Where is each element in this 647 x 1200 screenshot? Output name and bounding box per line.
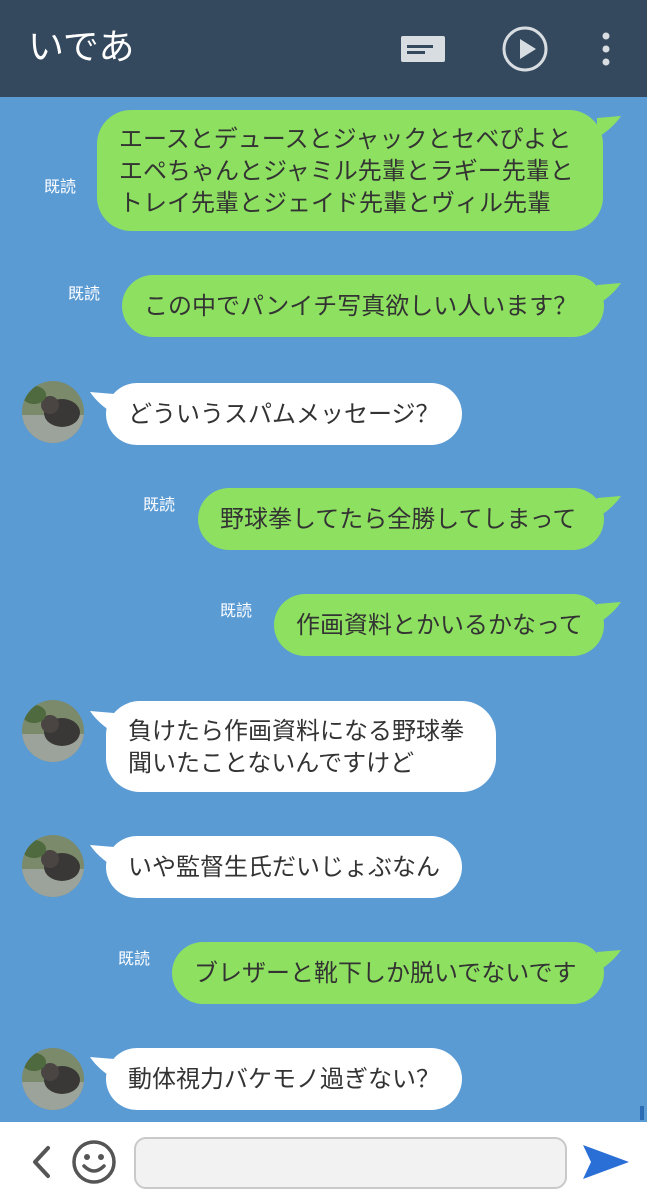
message-footer xyxy=(0,1122,647,1200)
send-icon[interactable] xyxy=(580,1140,632,1184)
chat-title: いであ xyxy=(28,27,135,68)
avatar[interactable] xyxy=(22,835,84,897)
message-text: 聞いたことないんですけど xyxy=(128,748,415,777)
incoming-message[interactable]: どういうスパムメッセージ？ xyxy=(106,383,462,445)
incoming-message[interactable]: いや監督生氏だいじょぶなん xyxy=(106,836,462,898)
avatar[interactable] xyxy=(22,381,84,443)
read-receipt: 既読 xyxy=(220,601,253,620)
incoming-message[interactable]: 負けたら作画資料になる野球拳 聞いたことないんですけど xyxy=(106,701,496,792)
bubble-tail xyxy=(597,283,621,305)
outgoing-message[interactable]: 作画資料とかいるかなって xyxy=(274,594,604,656)
message-input[interactable] xyxy=(134,1137,567,1189)
message-text: エペちゃんとジャミル先輩とラギー先輩と xyxy=(119,156,574,185)
back-chevron-icon[interactable] xyxy=(24,1142,58,1182)
bubble-tail xyxy=(597,950,621,972)
read-receipt: 既読 xyxy=(44,177,77,196)
message-text: 負けたら作画資料になる野球拳 xyxy=(128,716,464,745)
avatar[interactable] xyxy=(22,700,84,762)
outgoing-message[interactable]: ブレザーと靴下しか脱いでないです xyxy=(172,942,604,1004)
message-text: ブレザーと靴下しか脱いでないです xyxy=(194,959,577,987)
message-text: この中でパンイチ写真欲しい人います？ xyxy=(144,292,578,320)
bubble-tail xyxy=(597,496,621,518)
bubble-tail xyxy=(597,602,621,624)
outgoing-message[interactable]: 野球拳してたら全勝してしまって xyxy=(198,488,604,550)
bubble-tail xyxy=(597,116,621,138)
message-text: エースとデュースとジャックとセベぴよと xyxy=(119,124,572,153)
note-icon[interactable] xyxy=(396,22,450,76)
message-text: どういうスパムメッセージ？ xyxy=(128,400,440,428)
avatar[interactable] xyxy=(22,1048,84,1110)
outgoing-message[interactable]: エースとデュースとジャックとセベぴよと エペちゃんとジャミル先輩とラギー先輩と … xyxy=(97,110,603,231)
message-text: トレイ先輩とジェイド先輩とヴィル先輩 xyxy=(119,188,551,217)
chat-area[interactable]: 既読 エースとデュースとジャックとセベぴよと エペちゃんとジャミル先輩とラギー先… xyxy=(0,97,647,1122)
outgoing-message[interactable]: この中でパンイチ写真欲しい人います？ xyxy=(122,275,604,337)
chat-header: いであ xyxy=(0,0,647,97)
scroll-indicator xyxy=(640,1106,644,1120)
read-receipt: 既読 xyxy=(68,284,101,303)
message-text: 野球拳してたら全勝してしまって xyxy=(220,505,577,533)
message-text: 作画資料とかいるかなって xyxy=(296,611,583,639)
message-text: 動体視力バケモノ過ぎない？ xyxy=(128,1065,440,1093)
message-text: いや監督生氏だいじょぶなん xyxy=(128,853,440,881)
incoming-message[interactable]: 動体視力バケモノ過ぎない？ xyxy=(106,1048,462,1110)
read-receipt: 既読 xyxy=(143,495,176,514)
play-icon[interactable] xyxy=(498,22,552,76)
emoji-icon[interactable] xyxy=(70,1138,118,1186)
more-vert-icon[interactable] xyxy=(580,22,632,76)
read-receipt: 既読 xyxy=(118,949,151,968)
